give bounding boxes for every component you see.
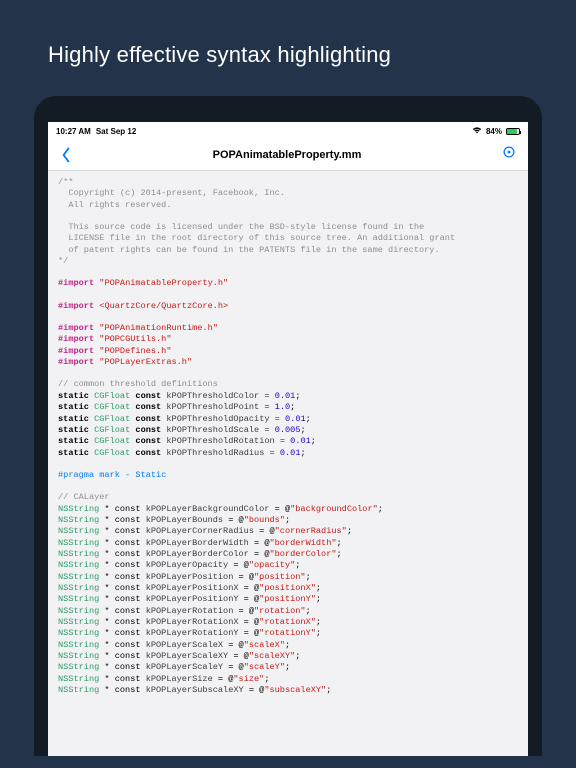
code-line: static CGFloat const kPOPThresholdRadius… (58, 448, 518, 459)
code-line: #import "POPAnimationRuntime.h" (58, 323, 518, 334)
device-bezel: 10:27 AM Sat Sep 12 84% POPAnimatablePro… (34, 96, 542, 756)
code-line: #import "POPAnimatableProperty.h" (58, 278, 518, 289)
code-line: NSString * const kPOPLayerPosition = @"p… (58, 572, 518, 583)
code-line: NSString * const kPOPLayerBounds = @"bou… (58, 515, 518, 526)
code-line: NSString * const kPOPLayerRotationX = @"… (58, 617, 518, 628)
code-line: NSString * const kPOPLayerPositionX = @"… (58, 583, 518, 594)
hero-title: Highly effective syntax highlighting (0, 0, 576, 96)
code-line: #import "POPLayerExtras.h" (58, 357, 518, 368)
device-screen: 10:27 AM Sat Sep 12 84% POPAnimatablePro… (48, 122, 528, 756)
code-line: of patent rights can be found in the PAT… (58, 245, 518, 256)
code-line: NSString * const kPOPLayerCornerRadius =… (58, 526, 518, 537)
code-line: This source code is licensed under the B… (58, 222, 518, 233)
status-time: 10:27 AM (56, 127, 91, 136)
code-line: #import "POPDefines.h" (58, 346, 518, 357)
code-line: static CGFloat const kPOPThresholdColor … (58, 391, 518, 402)
code-line: NSString * const kPOPLayerPositionY = @"… (58, 594, 518, 605)
battery-percent: 84% (486, 127, 502, 136)
code-line: */ (58, 256, 518, 267)
code-line: NSString * const kPOPLayerRotationY = @"… (58, 628, 518, 639)
code-line: #import <QuartzCore/QuartzCore.h> (58, 301, 518, 312)
code-viewer[interactable]: /** Copyright (c) 2014-present, Facebook… (48, 171, 528, 756)
code-line: NSString * const kPOPLayerOpacity = @"op… (58, 560, 518, 571)
code-line: static CGFloat const kPOPThresholdScale … (58, 425, 518, 436)
code-line: NSString * const kPOPLayerRotation = @"r… (58, 606, 518, 617)
action-button[interactable] (502, 145, 516, 164)
code-line: NSString * const kPOPLayerScaleXY = @"sc… (58, 651, 518, 662)
back-button[interactable] (60, 147, 72, 163)
code-line: NSString * const kPOPLayerScaleX = @"sca… (58, 640, 518, 651)
code-line: /** (58, 177, 518, 188)
navigation-bar: POPAnimatableProperty.mm (48, 138, 528, 171)
code-line: NSString * const kPOPLayerSize = @"size"… (58, 674, 518, 685)
code-line: NSString * const kPOPLayerBorderColor = … (58, 549, 518, 560)
code-line: All rights reserved. (58, 200, 518, 211)
code-line: LICENSE file in the root directory of th… (58, 233, 518, 244)
code-line: NSString * const kPOPLayerBorderWidth = … (58, 538, 518, 549)
status-date: Sat Sep 12 (96, 127, 136, 136)
code-line: NSString * const kPOPLayerSubscaleXY = @… (58, 685, 518, 696)
code-line: Copyright (c) 2014-present, Facebook, In… (58, 188, 518, 199)
code-line: #import "POPCGUtils.h" (58, 334, 518, 345)
code-line: // common threshold definitions (58, 379, 518, 390)
wifi-icon (472, 126, 482, 136)
code-line: #pragma mark - Static (58, 470, 518, 481)
code-line: // CALayer (58, 492, 518, 503)
code-line: static CGFloat const kPOPThresholdRotati… (58, 436, 518, 447)
code-line: NSString * const kPOPLayerScaleY = @"sca… (58, 662, 518, 673)
code-line: static CGFloat const kPOPThresholdOpacit… (58, 414, 518, 425)
code-line: NSString * const kPOPLayerBackgroundColo… (58, 504, 518, 515)
code-line: static CGFloat const kPOPThresholdPoint … (58, 402, 518, 413)
navbar-title: POPAnimatableProperty.mm (213, 149, 362, 161)
status-bar: 10:27 AM Sat Sep 12 84% (48, 122, 528, 138)
battery-icon (506, 128, 520, 135)
